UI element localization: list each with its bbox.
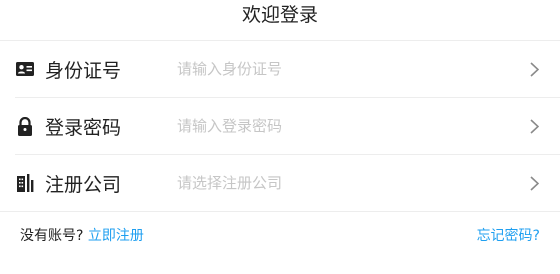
forgot-password-link[interactable]: 忘记密码? [477,228,540,244]
login-page: 欢迎登录 身份证号 请输入身份证号 登录密码 注册公司 请选择注册公司 没有账号… [0,0,560,274]
lock-icon [15,116,35,136]
id-number-input[interactable] [177,49,526,89]
no-account-text: 没有账号? [20,228,84,244]
chevron-right-icon [526,118,542,134]
login-footer: 没有账号? 立即注册 忘记密码? [0,225,560,247]
page-title: 欢迎登录 [241,4,318,26]
id-number-row[interactable]: 身份证号 [15,41,560,98]
company-row[interactable]: 注册公司 [0,155,560,212]
chevron-right-icon [526,61,542,77]
password-label: 登录密码 [45,116,122,139]
company-label: 注册公司 [45,173,122,196]
register-prompt: 没有账号? 立即注册 [20,225,144,245]
id-number-label: 身份证号 [45,59,122,82]
forgot-password-area: 忘记密码? [477,225,540,245]
password-input[interactable] [177,106,526,146]
building-icon [15,173,35,193]
id-card-icon [15,59,35,79]
register-link[interactable]: 立即注册 [88,228,144,244]
chevron-right-icon [526,175,542,191]
login-form: 身份证号 登录密码 [0,40,560,212]
company-select[interactable] [177,163,526,203]
password-row[interactable]: 登录密码 [15,98,560,155]
